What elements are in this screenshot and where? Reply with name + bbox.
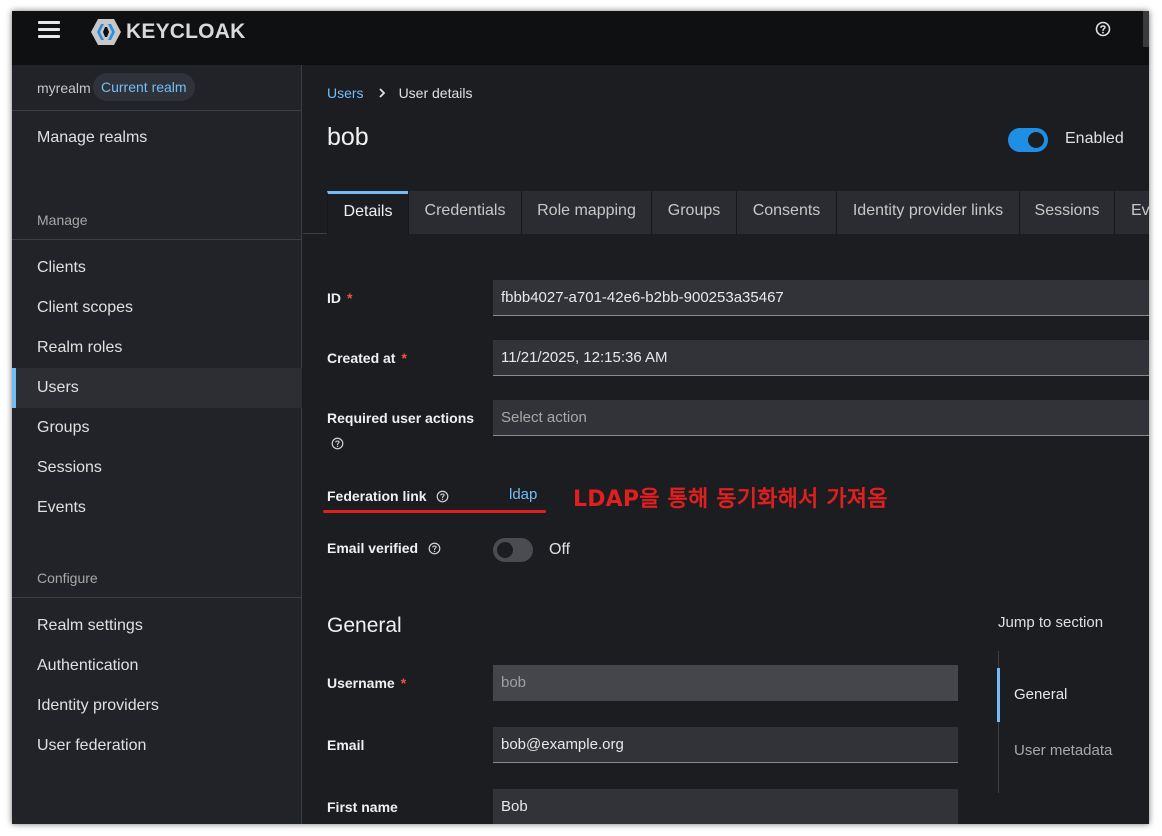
sidebar-item-clients[interactable]: Clients <box>12 248 302 288</box>
help-icon[interactable] <box>428 542 441 555</box>
email-verified-label: Email verified <box>327 540 441 556</box>
nav-section-manage: Manage <box>37 212 88 228</box>
toggle-knob <box>1028 132 1044 148</box>
sidebar-item-realm-roles[interactable]: Realm roles <box>12 328 302 368</box>
sidebar-item-client-scopes[interactable]: Client scopes <box>12 288 302 328</box>
annotation-underline <box>323 510 546 513</box>
username-label: Username * <box>327 675 407 691</box>
sidebar-item-authentication[interactable]: Authentication <box>12 646 302 686</box>
email-field[interactable]: bob@example.org <box>493 727 958 763</box>
jump-link-user-metadata[interactable]: User metadata <box>1014 742 1112 759</box>
realm-name: myrealm <box>37 80 91 96</box>
tab-credentials[interactable]: Credentials <box>408 191 521 234</box>
question-circle-icon[interactable] <box>1095 21 1111 37</box>
tab-bar: Details Credentials Role mapping Groups … <box>303 181 1149 234</box>
breadcrumb-current: User details <box>398 85 473 101</box>
masthead: KEYCLOAK <box>12 11 1149 65</box>
created-at-field[interactable]: 11/21/2025, 12:15:36 AM <box>493 340 1149 376</box>
id-field[interactable]: fbbb4027-a701-42e6-b2bb-900253a35467 <box>493 280 1149 316</box>
first-name-field[interactable]: Bob <box>493 789 958 824</box>
enabled-label: Enabled <box>1065 130 1124 147</box>
realm-selector[interactable]: myrealm Current realm <box>12 65 302 111</box>
logo-text: KEYCLOAK <box>126 20 246 43</box>
sidebar-item-users[interactable]: Users <box>12 368 302 408</box>
tab-role-mapping[interactable]: Role mapping <box>521 191 651 234</box>
tab-sessions[interactable]: Sessions <box>1019 191 1114 234</box>
required-actions-label: Required user actions <box>327 410 475 426</box>
current-realm-badge: Current realm <box>93 73 195 101</box>
federation-link-value[interactable]: ldap <box>509 486 537 503</box>
tab-identity-provider-links[interactable]: Identity provider links <box>836 191 1019 234</box>
tab-consents[interactable]: Consents <box>736 191 836 234</box>
chevron-right-icon <box>378 88 385 98</box>
federation-link-label: Federation link <box>327 488 449 504</box>
scrollbar[interactable] <box>1143 11 1149 47</box>
sidebar-item-user-federation[interactable]: User federation <box>12 726 302 766</box>
required-actions-select[interactable]: Select action <box>493 400 1149 436</box>
first-name-label: First name <box>327 799 398 815</box>
sidebar-item-realm-settings[interactable]: Realm settings <box>12 606 302 646</box>
app-window: KEYCLOAK myrealm Current realm Manage re… <box>12 11 1149 824</box>
email-label: Email <box>327 737 365 753</box>
sidebar-item-manage-realms[interactable]: Manage realms <box>12 118 302 158</box>
jump-link-general[interactable]: General <box>1014 686 1067 703</box>
sidebar-item-identity-providers[interactable]: Identity providers <box>12 686 302 726</box>
required-mark: * <box>347 290 353 306</box>
keycloak-logo-icon <box>91 19 121 45</box>
required-mark: * <box>401 350 407 366</box>
required-mark: * <box>400 675 407 691</box>
divider <box>12 597 302 598</box>
breadcrumb-users-link[interactable]: Users <box>327 85 364 101</box>
nav-section-configure: Configure <box>37 570 98 586</box>
jump-to-section-title: Jump to section <box>998 614 1104 631</box>
sidebar-item-groups[interactable]: Groups <box>12 408 302 448</box>
hamburger-menu-icon[interactable] <box>38 21 60 39</box>
enabled-toggle[interactable] <box>1008 128 1048 152</box>
page-title: bob <box>327 123 369 151</box>
created-at-label: Created at * <box>327 350 407 366</box>
breadcrumb: Users User details <box>327 85 472 101</box>
email-verified-state: Off <box>549 541 571 558</box>
tab-groups[interactable]: Groups <box>651 191 736 234</box>
sidebar-item-events[interactable]: Events <box>12 488 302 528</box>
annotation-text: LDAP을 통해 동기화해서 가져옴 <box>573 487 888 512</box>
sidebar: myrealm Current realm Manage realms Mana… <box>12 65 302 824</box>
divider <box>12 239 302 240</box>
jump-link-active-indicator <box>997 668 1000 722</box>
main-content: Users User details bob Enabled Details C… <box>303 65 1149 824</box>
email-verified-toggle[interactable] <box>493 538 533 562</box>
tab-events[interactable]: Events <box>1114 191 1149 234</box>
keycloak-logo[interactable]: KEYCLOAK <box>90 18 245 46</box>
help-icon[interactable] <box>436 490 449 503</box>
sidebar-item-sessions[interactable]: Sessions <box>12 448 302 488</box>
general-heading: General <box>327 614 402 637</box>
toggle-knob <box>497 542 513 558</box>
help-icon[interactable] <box>331 437 344 450</box>
username-field[interactable]: bob <box>493 665 958 701</box>
tab-details[interactable]: Details <box>327 191 408 234</box>
id-label: ID * <box>327 290 353 306</box>
